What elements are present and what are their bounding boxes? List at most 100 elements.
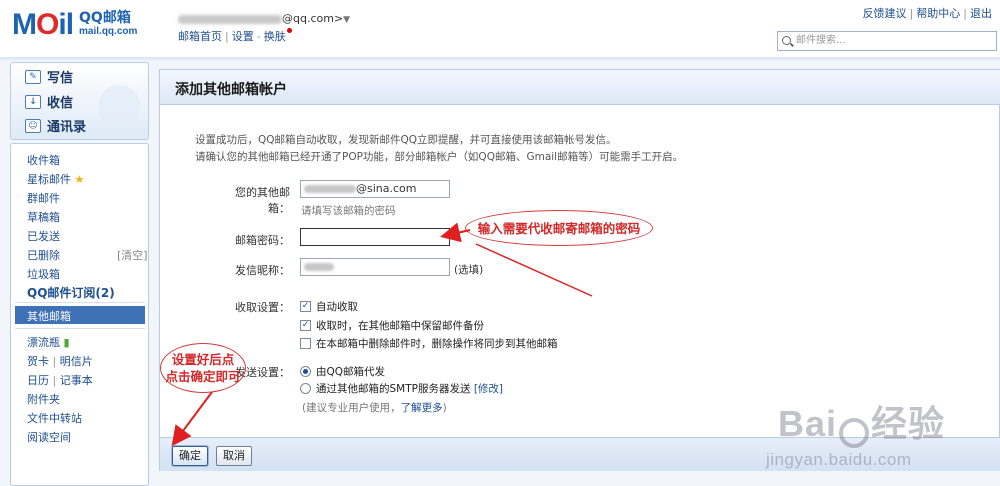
sync-delete-checkbox[interactable]: 在本邮箱中删除邮件时，删除操作将同步到其他邮箱 [300, 336, 558, 351]
top-links: 反馈建议 | 帮助中心 | 退出 [863, 5, 992, 21]
auto-receive-checkbox[interactable]: ✓ 自动收取 [300, 299, 358, 314]
checkbox-checked-icon: ✓ [300, 320, 311, 331]
postcards-link[interactable]: 明信片 [60, 355, 93, 368]
nickname-field[interactable] [300, 258, 450, 276]
cards-link[interactable]: 贺卡 [27, 355, 49, 368]
watermark-brand-prefix: Bai [778, 403, 838, 444]
search-placeholder: 邮件搜索... [796, 35, 846, 46]
top-header: MOil QQ邮箱 mail.qq.com @qq.com>▼ 邮箱首页 | 设置 -… [0, 0, 1000, 60]
intro-text-1: 设置成功后，QQ邮箱自动收取，发现新邮件QQ立即提醒，并可直接使用该邮箱帐号发信… [195, 134, 617, 146]
watermark-url: jingyan.baidu.com [766, 449, 912, 469]
other-email-field[interactable]: @sina.com [300, 180, 450, 198]
change-skin-link[interactable]: 换肤 [264, 30, 286, 43]
radio-unselected-icon [300, 383, 311, 394]
logo-text: QQ邮箱 mail.qq.com [79, 11, 137, 39]
receive-button[interactable]: ↓ 收信 [25, 92, 73, 111]
account-switcher[interactable]: @qq.com>▼ [178, 12, 350, 25]
feedback-link[interactable]: 反馈建议 [863, 7, 907, 20]
sidebar-item-deleted[interactable]: 已删除 [清空] [27, 247, 148, 263]
logo-url: mail.qq.com [79, 26, 138, 37]
sidebar-item-calendar: 日历 | 记事本 [27, 372, 93, 388]
qqmail-logo[interactable]: MOil QQ邮箱 mail.qq.com [12, 8, 137, 42]
password-label: 邮箱密码： [235, 234, 290, 247]
inbox-download-icon: ↓ [25, 94, 41, 109]
nickname-label: 发信昵称： [235, 264, 290, 277]
divider: - [256, 30, 261, 43]
logout-link[interactable]: 退出 [970, 7, 992, 20]
confirm-callout-line-2: 点击确定即可 [165, 369, 241, 384]
empty-trash-link[interactable]: [清空] [117, 247, 148, 263]
divider: | [225, 30, 229, 43]
sync-delete-label: 在本邮箱中删除邮件时，删除操作将同步到其他邮箱 [316, 338, 558, 350]
mail-search-input[interactable]: 邮件搜索... [777, 31, 997, 51]
receive-label: 收信 [47, 96, 74, 111]
sidebar-item-starred[interactable]: 星标邮件 ★ [27, 171, 84, 187]
cancel-button[interactable]: 取消 [216, 446, 252, 466]
star-icon: ★ [74, 173, 85, 186]
nickname-optional-note: (选填) [454, 264, 484, 276]
new-dot-icon [286, 28, 292, 33]
sidebar-item-drafts[interactable]: 草稿箱 [27, 209, 60, 225]
confirm-callout: 设置好后点 点击确定即可 [160, 343, 246, 393]
sidebar-folders: 收件箱 星标邮件 ★ 群邮件 草稿箱 已发送 已删除 [清空] 垃圾箱 QQ邮件订… [10, 143, 149, 486]
send-via-smtp-label: 通过其他邮箱的SMTP服务器发送 [316, 383, 471, 395]
modify-smtp-link[interactable]: [修改] [474, 381, 503, 396]
compose-label: 写信 [47, 71, 74, 86]
account-links: 邮箱首页 | 设置 - 换肤 [178, 28, 292, 44]
checkbox-checked-icon: ✓ [300, 301, 311, 312]
notes-link[interactable]: 记事本 [60, 374, 93, 387]
watermark-brand-suffix: 经验 [871, 403, 946, 444]
deleted-label: 已删除 [27, 249, 60, 262]
divider: | [52, 355, 57, 368]
paw-logo-icon [839, 417, 870, 448]
contacts-button[interactable]: ☺ 通讯录 [25, 116, 86, 135]
sidebar-item-inbox[interactable]: 收件箱 [27, 152, 60, 168]
other-mailbox-label: 其他邮箱 [27, 310, 71, 323]
sidebar-item-other-mailbox[interactable]: 其他邮箱 [15, 306, 145, 324]
learn-more-link[interactable]: 了解更多 [401, 402, 443, 414]
sidebar-item-bottle[interactable]: 漂流瓶 ▮ [27, 334, 70, 350]
contacts-icon: ☺ [25, 118, 41, 133]
keep-backup-label: 收取时，在其他邮箱中保留邮件备份 [316, 320, 484, 332]
sidebar-item-attachments[interactable]: 附件夹 [27, 391, 60, 407]
radio-selected-icon [300, 366, 311, 377]
sidebar-item-spam[interactable]: 垃圾箱 [27, 266, 60, 282]
calendar-link[interactable]: 日历 [27, 374, 49, 387]
settings-link[interactable]: 设置 [232, 30, 254, 43]
confirm-callout-line-1: 设置好后点 [171, 352, 235, 367]
confirm-button[interactable]: 确定 [172, 446, 208, 466]
baidu-jingyan-watermark: Bai 经验 jingyan.baidu.com [766, 395, 946, 470]
bottle-icon: ▮ [63, 336, 70, 349]
intro-text-2: 请确认您的其他邮箱已经开通了POP功能，部分邮箱帐户（如QQ邮箱、Gmail邮箱… [195, 151, 684, 163]
password-field[interactable] [300, 228, 450, 246]
blurred-account-name [178, 14, 282, 24]
advice-note: (建议专业用户使用，了解更多) [302, 400, 447, 415]
keep-backup-checkbox[interactable]: ✓ 收取时，在其他邮箱中保留邮件备份 [300, 318, 484, 333]
penguin-decoration [98, 85, 140, 127]
sidebar-commands: ✎ 写信 ↓ 收信 ☺ 通讯录 [10, 62, 149, 140]
advice-suffix: ) [442, 402, 447, 414]
sidebar-item-subscriptions[interactable]: QQ邮件订阅(2) [27, 284, 115, 301]
header-stripe [0, 57, 1000, 61]
auto-receive-label: 自动收取 [316, 301, 358, 313]
logo-product-name: QQ邮箱 [79, 10, 131, 26]
email-hint: 请填写该邮箱的密码 [301, 205, 396, 217]
send-via-qq-label: 由QQ邮箱代发 [316, 366, 386, 378]
send-via-qq-radio[interactable]: 由QQ邮箱代发 [300, 364, 385, 379]
divider: | [963, 7, 967, 20]
sidebar-item-sent[interactable]: 已发送 [27, 228, 60, 244]
sidebar-item-reading[interactable]: 阅读空间 [27, 429, 71, 445]
sidebar-item-group[interactable]: 群邮件 [27, 190, 60, 206]
send-via-smtp-radio[interactable]: 通过其他邮箱的SMTP服务器发送 [修改] [300, 381, 503, 396]
bottle-label: 漂流瓶 [27, 336, 60, 349]
email-suffix: @sina.com [356, 182, 417, 195]
password-callout: 输入需要代收邮寄邮箱的密码 [465, 210, 653, 246]
blurred-username [304, 185, 356, 193]
help-center-link[interactable]: 帮助中心 [916, 7, 960, 20]
sidebar-item-file-transfer[interactable]: 文件中转站 [27, 410, 82, 426]
blurred-nickname [304, 263, 334, 271]
compose-button[interactable]: ✎ 写信 [25, 67, 73, 86]
pencil-icon: ✎ [25, 69, 41, 84]
panel-header: 添加其他邮箱帐户 [160, 70, 1000, 105]
mail-home-link[interactable]: 邮箱首页 [178, 30, 222, 43]
